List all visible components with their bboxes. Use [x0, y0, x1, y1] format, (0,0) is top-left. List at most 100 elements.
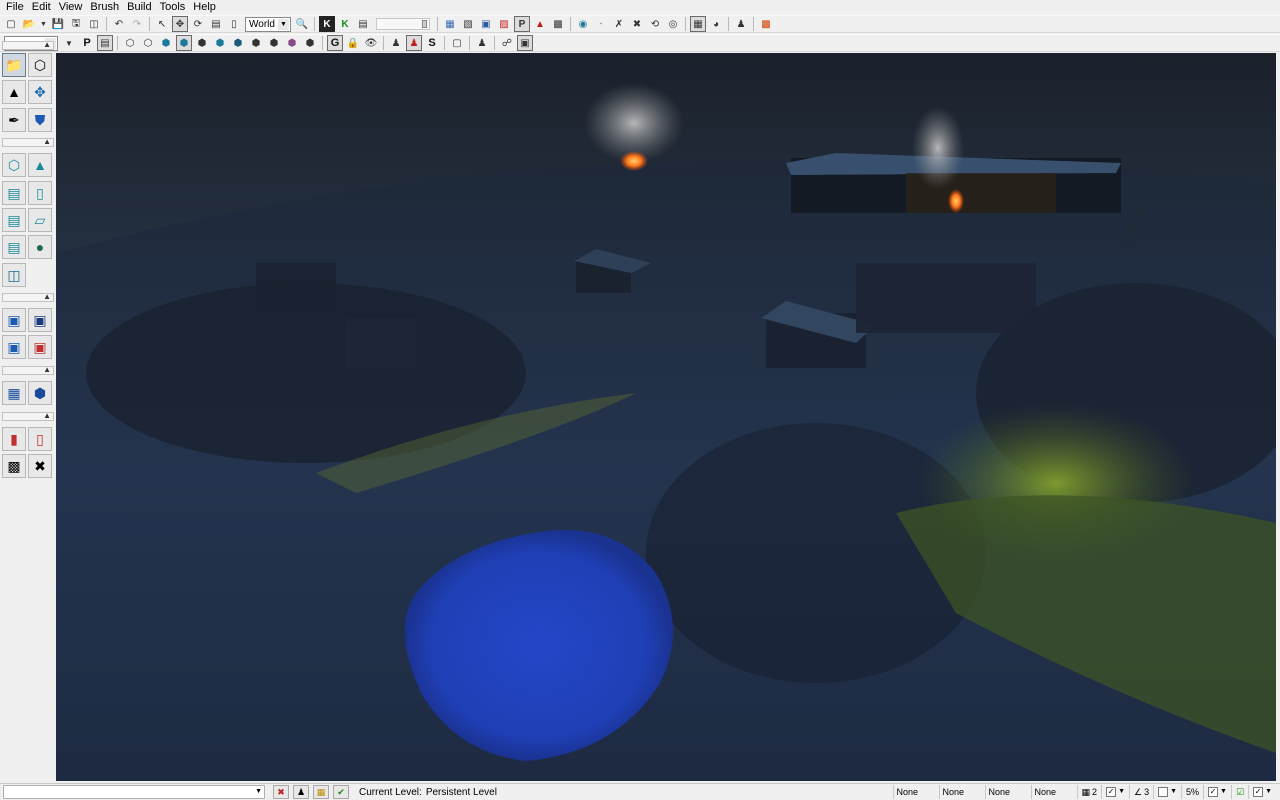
dot-icon[interactable]: ⋅ [593, 16, 609, 32]
streaming-icon[interactable]: S [424, 35, 440, 51]
content-browser-icon[interactable]: ▤ [355, 16, 371, 32]
volumes-section-header[interactable]: ▲ [2, 365, 54, 375]
grid-checkbox[interactable]: ✓ [1106, 787, 1117, 797]
paint-mode-button[interactable]: ✒ [2, 108, 26, 132]
new-file-icon[interactable]: ▢ [3, 16, 19, 32]
hide-selected-button[interactable]: ▮ [2, 427, 26, 451]
camera-speed-icon[interactable]: ◕ [708, 16, 724, 32]
sphere-brush-button[interactable]: ● [28, 235, 52, 259]
lightmap-density-icon[interactable]: ⬢ [284, 35, 300, 51]
scale-mode-icon[interactable]: ▤ [208, 16, 224, 32]
undo-icon[interactable]: ↶ [111, 16, 127, 32]
cylinder-brush-button[interactable]: ▯ [28, 181, 52, 205]
shader-complexity-icon[interactable]: ⬢ [266, 35, 282, 51]
save-as-icon[interactable]: ◫ [86, 16, 102, 32]
person-icon[interactable]: ♟ [733, 16, 749, 32]
cube-brush-button[interactable]: ⬡ [2, 153, 26, 177]
perspective-icon[interactable]: P [79, 35, 95, 51]
csg-subtract-button[interactable]: ▣ [28, 308, 52, 332]
menu-file[interactable]: File [2, 0, 28, 14]
command-combo[interactable]: ▼ [3, 785, 265, 799]
scale-axis-icon[interactable]: ▯ [226, 16, 242, 32]
cone-brush-button[interactable]: ▲ [28, 153, 52, 177]
eye-icon[interactable]: 👁 [363, 35, 379, 51]
lighting-only-icon[interactable]: ⬢ [212, 35, 228, 51]
level-lock-icon[interactable]: ♟ [293, 785, 309, 799]
move-mode-button[interactable]: ✥ [28, 80, 52, 104]
kismet-icon[interactable]: K [319, 16, 335, 32]
show-flags-icon[interactable]: ▤ [97, 35, 113, 51]
save-all-icon[interactable]: 🖫 [68, 16, 84, 32]
find-icon[interactable]: 🔍 [294, 16, 310, 32]
curved-stair-brush-button[interactable]: ▤ [2, 181, 26, 205]
globe-icon[interactable]: ◉ [575, 16, 591, 32]
save-icon[interactable]: 💾 [50, 16, 66, 32]
scale-snap-toggle[interactable]: ▼ [1153, 785, 1181, 799]
realtime-toggle[interactable]: ☑ [1230, 785, 1248, 799]
wireframe-icon[interactable]: ⬡ [122, 35, 138, 51]
level-error-icon[interactable]: ✖ [273, 785, 289, 799]
modes-section-header[interactable]: ▲ [2, 40, 54, 50]
frame-icon[interactable]: ▢ [449, 35, 465, 51]
play-on-console-icon[interactable]: ▩ [550, 16, 566, 32]
reflections-icon[interactable]: ⬢ [302, 35, 318, 51]
drag-grid-control[interactable]: ▦ 2 [1076, 785, 1102, 799]
open-file-icon[interactable]: 📂 [21, 16, 37, 32]
menu-view[interactable]: View [55, 0, 87, 14]
menu-help[interactable]: Help [189, 0, 220, 14]
spiral-stair-brush-button[interactable]: ▤ [2, 235, 26, 259]
link-icon[interactable]: ☍ [499, 35, 515, 51]
lock-icon[interactable]: 🔒 [345, 35, 361, 51]
cross-tool-button[interactable]: ✖ [28, 454, 52, 478]
special-volume-button[interactable]: ⬢ [28, 381, 52, 405]
lock-camera-icon[interactable]: ♟ [474, 35, 490, 51]
menu-build[interactable]: Build [123, 0, 155, 14]
rotation-snap-control[interactable]: ∠ 3 [1129, 785, 1153, 799]
build-geometry-icon[interactable]: ▦ [442, 16, 458, 32]
camera-mode-button[interactable]: 📁 [2, 53, 26, 77]
coordinate-system-select[interactable]: World ▼ [245, 16, 291, 32]
linear-stair-brush-button[interactable]: ▤ [2, 208, 26, 232]
texture-density-icon[interactable]: ⬢ [248, 35, 264, 51]
volumetric-brush-button[interactable]: ◫ [2, 263, 26, 287]
select-all-button[interactable]: ▩ [2, 454, 26, 478]
rotate-mode-icon[interactable]: ⟳ [190, 16, 206, 32]
csg-section-header[interactable]: ▲ [2, 292, 54, 302]
kismet-green-icon[interactable]: K [337, 16, 353, 32]
build-paths-icon[interactable]: ▣ [478, 16, 494, 32]
rotate-view-icon[interactable]: ⟲ [647, 16, 663, 32]
expand-icon[interactable]: ✖ [629, 16, 645, 32]
play-in-editor-icon[interactable]: ▲ [532, 16, 548, 32]
lit-icon[interactable]: ⬢ [176, 35, 192, 51]
perspective-viewport[interactable] [56, 53, 1276, 781]
drag-grid-slider[interactable] [376, 18, 430, 30]
menu-brush[interactable]: Brush [86, 0, 123, 14]
brush-wireframe-icon[interactable]: ⬡ [140, 35, 156, 51]
grid-toggle[interactable]: ✓ ▼ [1101, 785, 1129, 799]
realtime-icon[interactable]: ◎ [665, 16, 681, 32]
chevron-down-icon[interactable]: ▼ [61, 35, 77, 51]
maximize-viewport-icon[interactable]: ▣ [517, 35, 533, 51]
misc-section-header[interactable]: ▲ [2, 411, 54, 421]
build-lighting-icon[interactable]: ▧ [460, 16, 476, 32]
unlit-icon[interactable]: ⬢ [158, 35, 174, 51]
snap-toggle[interactable]: ✓ ▼ [1203, 785, 1231, 799]
brushes-section-header[interactable]: ▲ [2, 137, 54, 147]
redo-icon[interactable]: ↷ [129, 16, 145, 32]
geometry-mode-button[interactable]: ⬡ [28, 53, 52, 77]
menu-edit[interactable]: Edit [28, 0, 55, 14]
open-dropdown-icon[interactable]: ▼ [39, 16, 48, 32]
csg-intersect-button[interactable]: ▣ [2, 335, 26, 359]
zoom-control[interactable]: 5% [1181, 785, 1203, 799]
level-grid-icon[interactable]: ▦ [313, 785, 329, 799]
translate-mode-icon[interactable]: ✥ [172, 16, 188, 32]
snap-checkbox[interactable]: ✓ [1208, 787, 1219, 797]
light-complexity-icon[interactable]: ⬢ [230, 35, 246, 51]
texture-mode-button[interactable]: ⛊ [28, 108, 52, 132]
game-view-icon[interactable]: G [327, 35, 343, 51]
add-volume-button[interactable]: ▦ [2, 381, 26, 405]
csg-add-button[interactable]: ▣ [2, 308, 26, 332]
select-mode-icon[interactable]: ↖ [154, 16, 170, 32]
actor-icon[interactable]: ♟ [388, 35, 404, 51]
terrain-mode-button[interactable]: ▲ [2, 80, 26, 104]
